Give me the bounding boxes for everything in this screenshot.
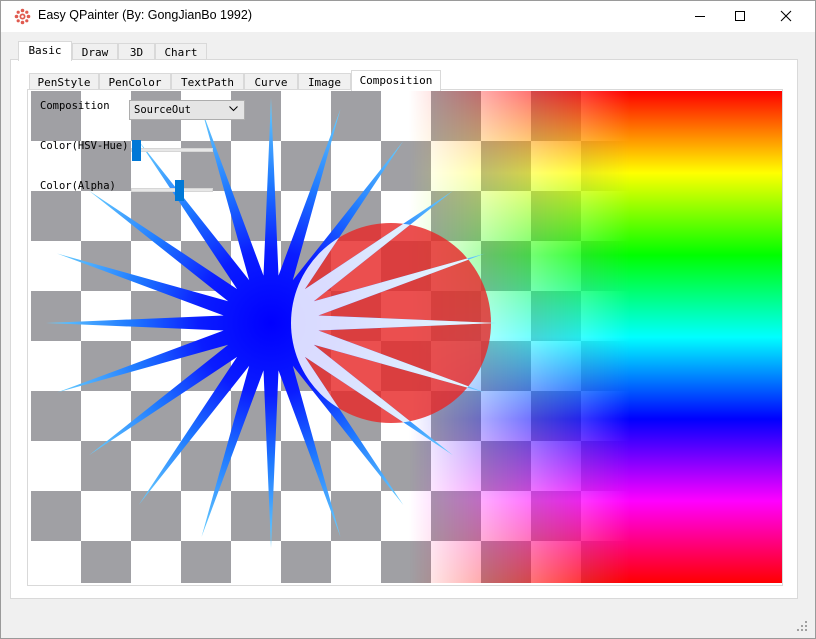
composition-select-value: SourceOut	[134, 104, 191, 116]
maximize-icon	[735, 11, 745, 21]
composition-label: Composition	[40, 100, 110, 112]
hue-label: Color(HSV-Hue)	[40, 140, 129, 152]
window-title: Easy QPainter (By: GongJianBo 1992)	[38, 8, 253, 22]
tab-basic-label: Basic	[28, 44, 62, 57]
hue-slider[interactable]	[131, 148, 213, 152]
minimize-icon	[695, 16, 705, 17]
close-button[interactable]	[763, 1, 809, 32]
alpha-slider[interactable]	[131, 188, 213, 192]
subtab-composition-label: Composition	[359, 74, 433, 87]
close-icon	[780, 10, 792, 22]
tab-draw-label: Draw	[81, 46, 109, 59]
composition-select[interactable]: SourceOut	[129, 100, 245, 120]
hue-slider-handle[interactable]	[132, 140, 142, 161]
maximize-button[interactable]	[717, 1, 763, 32]
alpha-slider-handle[interactable]	[174, 180, 184, 201]
tab-chart-label: Chart	[164, 46, 198, 59]
resize-grip-icon[interactable]	[795, 619, 809, 633]
subtab-curve-label: Curve	[254, 76, 288, 89]
tab-3d-label: 3D	[129, 46, 144, 59]
subtab-penstyle-label: PenStyle	[37, 76, 91, 89]
subtab-composition[interactable]: Composition	[351, 70, 441, 91]
tab-basic[interactable]: Basic	[18, 41, 72, 61]
subtab-image-label: Image	[307, 76, 342, 89]
subtab-pencolor-label: PenColor	[108, 76, 162, 89]
subtab-textpath-label: TextPath	[181, 76, 234, 89]
chevron-down-icon	[229, 106, 238, 112]
title-bar[interactable]: Easy QPainter (By: GongJianBo 1992)	[1, 1, 815, 32]
alpha-label: Color(Alpha)	[40, 180, 116, 192]
app-logo-icon	[14, 8, 31, 25]
composition-canvas	[31, 91, 782, 583]
